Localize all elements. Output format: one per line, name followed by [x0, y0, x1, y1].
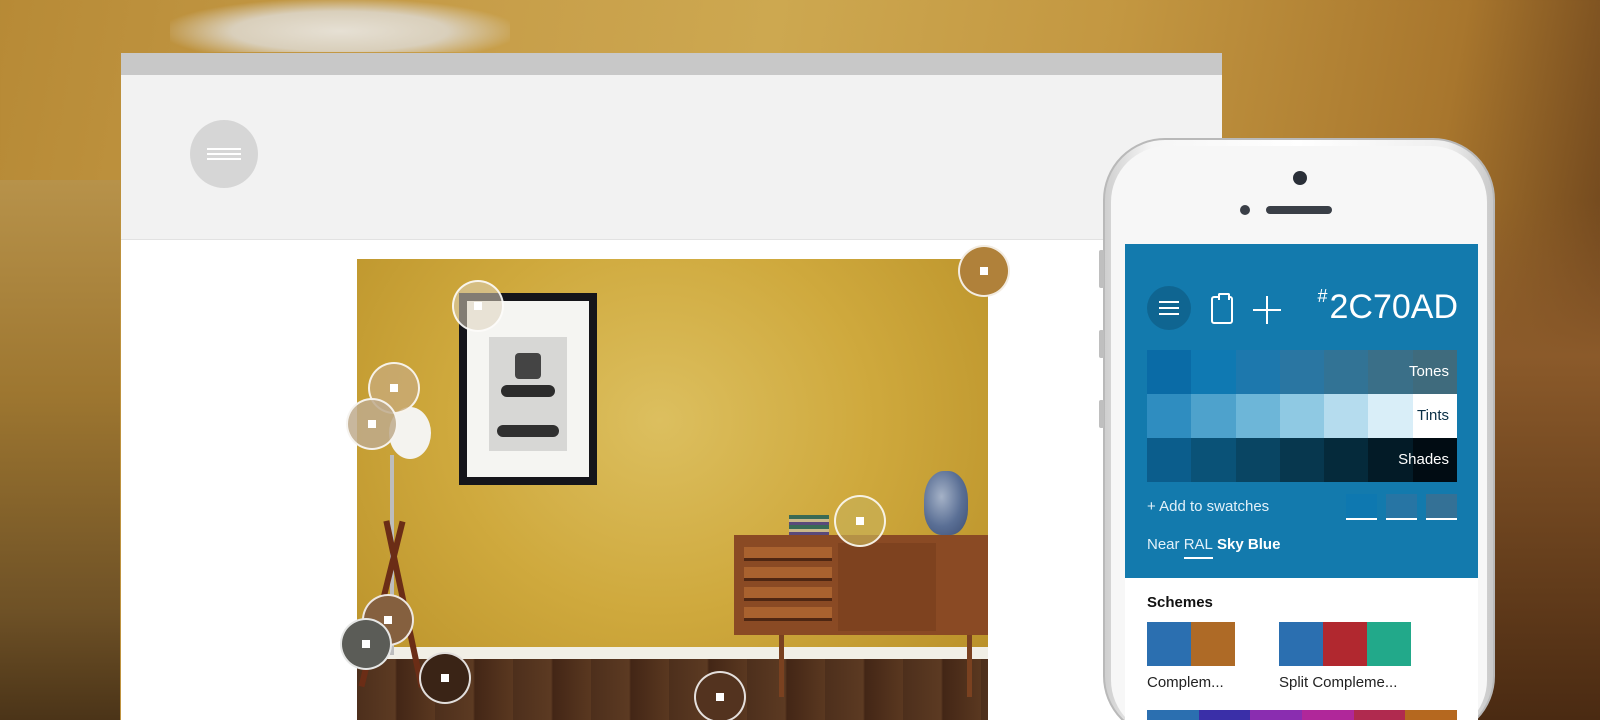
- color-sample-marker[interactable]: [346, 398, 398, 450]
- near-ral-match[interactable]: Near RAL Sky Blue: [1147, 536, 1280, 553]
- vase: [924, 471, 968, 535]
- earpiece-speaker: [1266, 206, 1332, 214]
- scheme-color-0: [1147, 622, 1191, 666]
- scheme-color-0: [1279, 622, 1323, 666]
- tints-cell-3[interactable]: [1279, 394, 1325, 438]
- color-sample-marker[interactable]: [834, 495, 886, 547]
- volume-button: [1099, 330, 1104, 358]
- browser-page-header: [121, 75, 1222, 240]
- scheme-label-split-complementary: Split Compleme...: [1279, 674, 1398, 691]
- scheme-color-1: [1323, 622, 1367, 666]
- tones-cell-0[interactable]: [1147, 350, 1192, 394]
- background-blur-left: [0, 180, 120, 720]
- scheme-color-2: [1367, 622, 1411, 666]
- tints-cell-4[interactable]: [1324, 394, 1369, 438]
- tones-cell-3[interactable]: [1279, 350, 1325, 394]
- color-sample-marker[interactable]: [958, 245, 1010, 297]
- recent-swatch[interactable]: [1346, 494, 1377, 520]
- color-sample-marker[interactable]: [419, 652, 471, 704]
- shades-cell-1[interactable]: [1191, 438, 1236, 482]
- background-blur-top: [170, 0, 510, 52]
- shades-cell-2[interactable]: [1235, 438, 1280, 482]
- color-variations-grid: Tones Tints Shades: [1147, 350, 1457, 482]
- scheme-color-1: [1191, 622, 1235, 666]
- tones-cell-2[interactable]: [1235, 350, 1280, 394]
- clipboard-icon[interactable]: [1211, 293, 1233, 324]
- scheme-color-5: [1405, 710, 1458, 720]
- browser-window: [121, 53, 1222, 720]
- color-sample-marker[interactable]: [340, 618, 392, 670]
- shades-cell-0[interactable]: [1147, 438, 1192, 482]
- recent-swatch[interactable]: [1386, 494, 1417, 520]
- hamburger-menu-icon[interactable]: [190, 120, 258, 188]
- scheme-color-1: [1198, 710, 1251, 720]
- tints-label: Tints: [1417, 407, 1449, 424]
- tints-cell-0[interactable]: [1147, 394, 1192, 438]
- scheme-color-0: [1147, 710, 1199, 720]
- tones-cell-5[interactable]: [1368, 350, 1413, 394]
- tones-label: Tones: [1408, 363, 1449, 380]
- shades-cell-4[interactable]: [1324, 438, 1369, 482]
- color-sample-marker[interactable]: [452, 280, 504, 332]
- volume-button: [1099, 250, 1104, 288]
- color-detail-panel: #2C70AD Tones Tints Shades + Add to swat…: [1125, 244, 1478, 578]
- volume-button: [1099, 400, 1104, 428]
- scheme-color-2: [1250, 710, 1303, 720]
- scheme-swatch-split-complementary[interactable]: [1279, 622, 1411, 666]
- plus-icon[interactable]: [1253, 296, 1281, 324]
- hamburger-menu-icon[interactable]: [1147, 286, 1191, 330]
- recent-swatch[interactable]: [1426, 494, 1457, 520]
- book-stack: [789, 515, 829, 535]
- scheme-label-complementary: Complem...: [1147, 674, 1224, 691]
- shades-label: Shades: [1398, 451, 1449, 468]
- sideboard-leg: [967, 635, 972, 697]
- scheme-swatch-complementary[interactable]: [1147, 622, 1235, 666]
- tints-cell-5[interactable]: [1368, 394, 1413, 438]
- scheme-swatch-partial[interactable]: [1147, 710, 1458, 720]
- proximity-sensor: [1240, 205, 1250, 215]
- room-photo[interactable]: [357, 259, 988, 720]
- tints-row[interactable]: [1147, 394, 1457, 438]
- front-camera: [1293, 171, 1307, 185]
- add-to-swatches-button[interactable]: + Add to swatches: [1147, 498, 1269, 515]
- tones-cell-4[interactable]: [1324, 350, 1369, 394]
- scheme-color-3: [1302, 710, 1354, 720]
- phone-screen: #2C70AD Tones Tints Shades + Add to swat…: [1125, 244, 1478, 720]
- sideboard: [734, 535, 988, 635]
- browser-title-bar: [121, 53, 1222, 75]
- hex-code-display[interactable]: #2C70AD: [1303, 286, 1458, 327]
- schemes-heading: Schemes: [1147, 594, 1213, 611]
- sideboard-leg: [779, 635, 784, 697]
- tints-cell-1[interactable]: [1191, 394, 1236, 438]
- color-sample-marker[interactable]: [694, 671, 746, 720]
- tints-cell-2[interactable]: [1235, 394, 1280, 438]
- scheme-color-4: [1353, 710, 1406, 720]
- tones-cell-1[interactable]: [1191, 350, 1236, 394]
- shades-cell-3[interactable]: [1279, 438, 1325, 482]
